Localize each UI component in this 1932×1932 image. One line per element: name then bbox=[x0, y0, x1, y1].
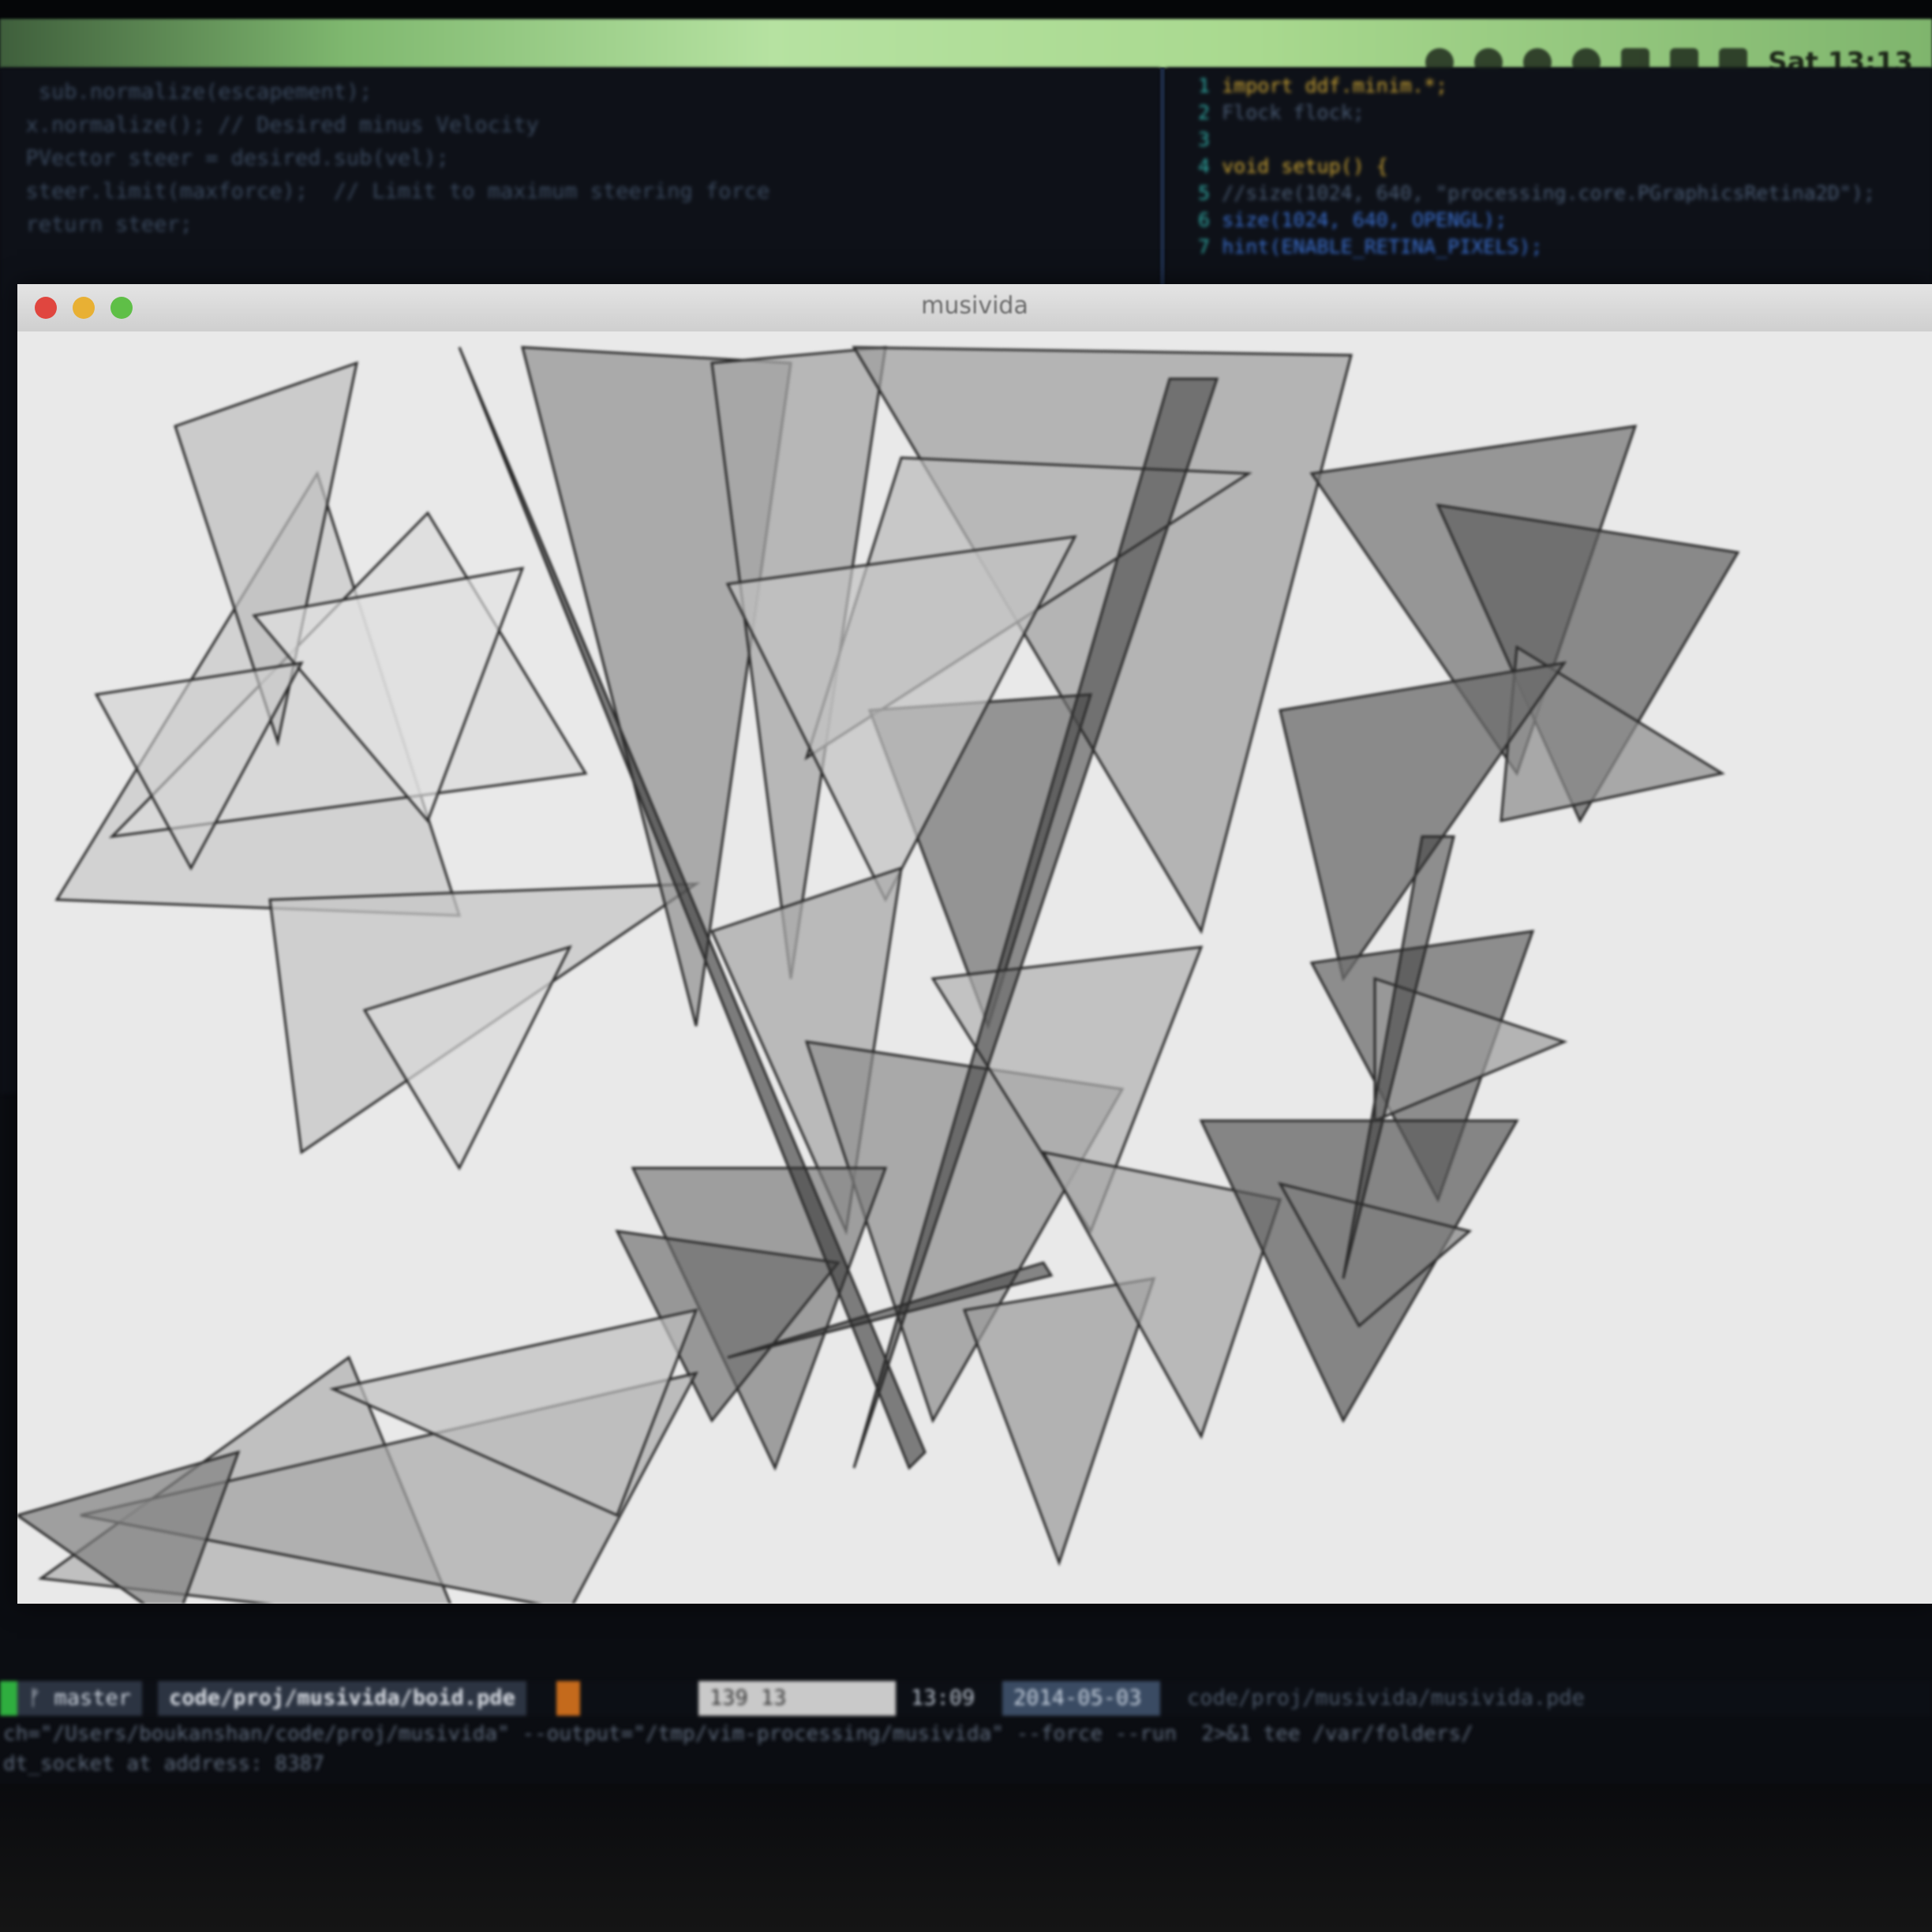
monitor-bezel bbox=[0, 0, 1932, 19]
window-title: musivida bbox=[921, 292, 1028, 320]
code-line: 6 size(1024, 640, OPENGL); bbox=[1198, 208, 1507, 231]
command-line: dt_socket at address: 8387 bbox=[3, 1752, 324, 1776]
status-time: 13:09 bbox=[911, 1686, 975, 1710]
code-line: PVector steer = desired.sub(vel); bbox=[0, 146, 449, 170]
code-line: 5 //size(1024, 640, "processing.core.PGr… bbox=[1198, 182, 1875, 204]
modified-flag bbox=[556, 1681, 580, 1716]
code-line: steer.limit(maxforce); // Limit to maxim… bbox=[0, 179, 770, 204]
code-line: 4 void setup() { bbox=[1198, 155, 1388, 178]
command-line: ch="/Users/boukanshan/code/proj/musivida… bbox=[3, 1722, 1473, 1746]
window-titlebar[interactable]: musivida bbox=[17, 284, 1932, 332]
status-date: 2014-05-03 bbox=[1002, 1681, 1160, 1716]
code-line: x.normalize(); // Desired minus Velocity bbox=[0, 113, 539, 137]
code-line: 7 hint(ENABLE_RETINA_PIXELS); bbox=[1198, 235, 1543, 258]
sketch-window[interactable]: musivida bbox=[17, 284, 1932, 1604]
code-line: 3 bbox=[1198, 128, 1211, 151]
sketch-canvas[interactable] bbox=[17, 331, 1932, 1604]
file-path: code/proj/musivida/boid.pde bbox=[158, 1681, 526, 1716]
triangle-artwork bbox=[17, 346, 1740, 1604]
command-output: ch="/Users/boukanshan/code/proj/musivida… bbox=[0, 1719, 1932, 1782]
secondary-file-path: code/proj/musivida/musivida.pde bbox=[1187, 1686, 1585, 1710]
monitor-bezel-bottom bbox=[0, 1784, 1932, 1932]
code-line: return steer; bbox=[0, 212, 193, 237]
menu-bar: Sat 13:13 bbox=[0, 19, 1932, 78]
code-line: 1 import ddf.minim.*; bbox=[1198, 74, 1448, 97]
code-editor-right[interactable]: 1 import ddf.minim.*; 2 Flock flock; 3 4… bbox=[1166, 68, 1932, 289]
cursor-position: 139 13 bbox=[698, 1681, 896, 1716]
git-branch: ᚠ master bbox=[17, 1681, 142, 1716]
code-line: 2 Flock flock; bbox=[1198, 101, 1365, 124]
vim-statusline: ᚠ master code/proj/musivida/boid.pde 139… bbox=[0, 1681, 1932, 1716]
code-line: sub.normalize(escapement); bbox=[0, 80, 373, 104]
